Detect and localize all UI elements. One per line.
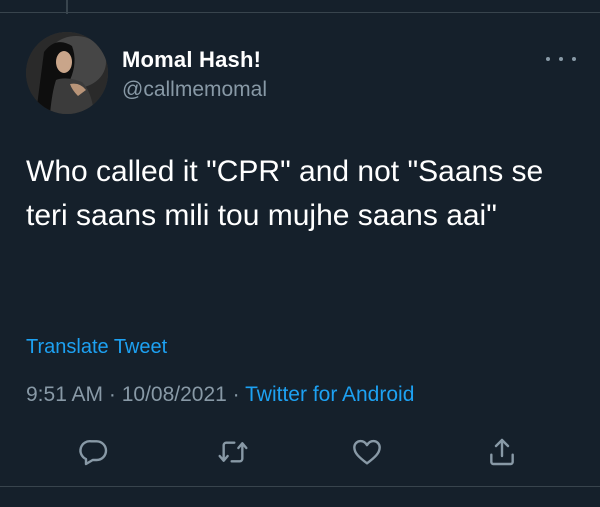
bottom-divider [0,486,600,487]
retweet-icon [218,441,248,463]
tweet-source-link[interactable]: Twitter for Android [245,383,414,406]
share-icon [490,438,514,466]
more-icon[interactable] [546,52,576,66]
tweet-metadata: 9:51 AM · 10/08/2021 · Twitter for Andro… [26,383,414,407]
meta-separator: · [226,383,246,406]
avatar-image [26,32,108,114]
reply-button[interactable] [76,434,112,470]
tweet-date: 10/08/2021 [121,383,227,406]
share-button[interactable] [484,434,520,470]
tweet-actions-bar [0,434,600,470]
tweet-text: Who called it "CPR" and not "Saans se te… [26,155,552,232]
more-dot [559,57,563,61]
reply-icon [79,440,108,466]
heart-icon [353,439,381,465]
display-name[interactable]: Momal Hash! [122,47,261,73]
meta-separator: · [103,383,122,406]
top-divider [0,12,600,13]
tweet-time: 9:51 AM [26,383,104,406]
more-dot [546,57,550,61]
avatar[interactable] [26,32,108,114]
translate-tweet-link[interactable]: Translate Tweet [26,336,167,359]
user-handle[interactable]: @callmemomal [122,78,267,102]
more-dot [572,57,576,61]
like-button[interactable] [349,434,385,470]
retweet-button[interactable] [215,434,251,470]
